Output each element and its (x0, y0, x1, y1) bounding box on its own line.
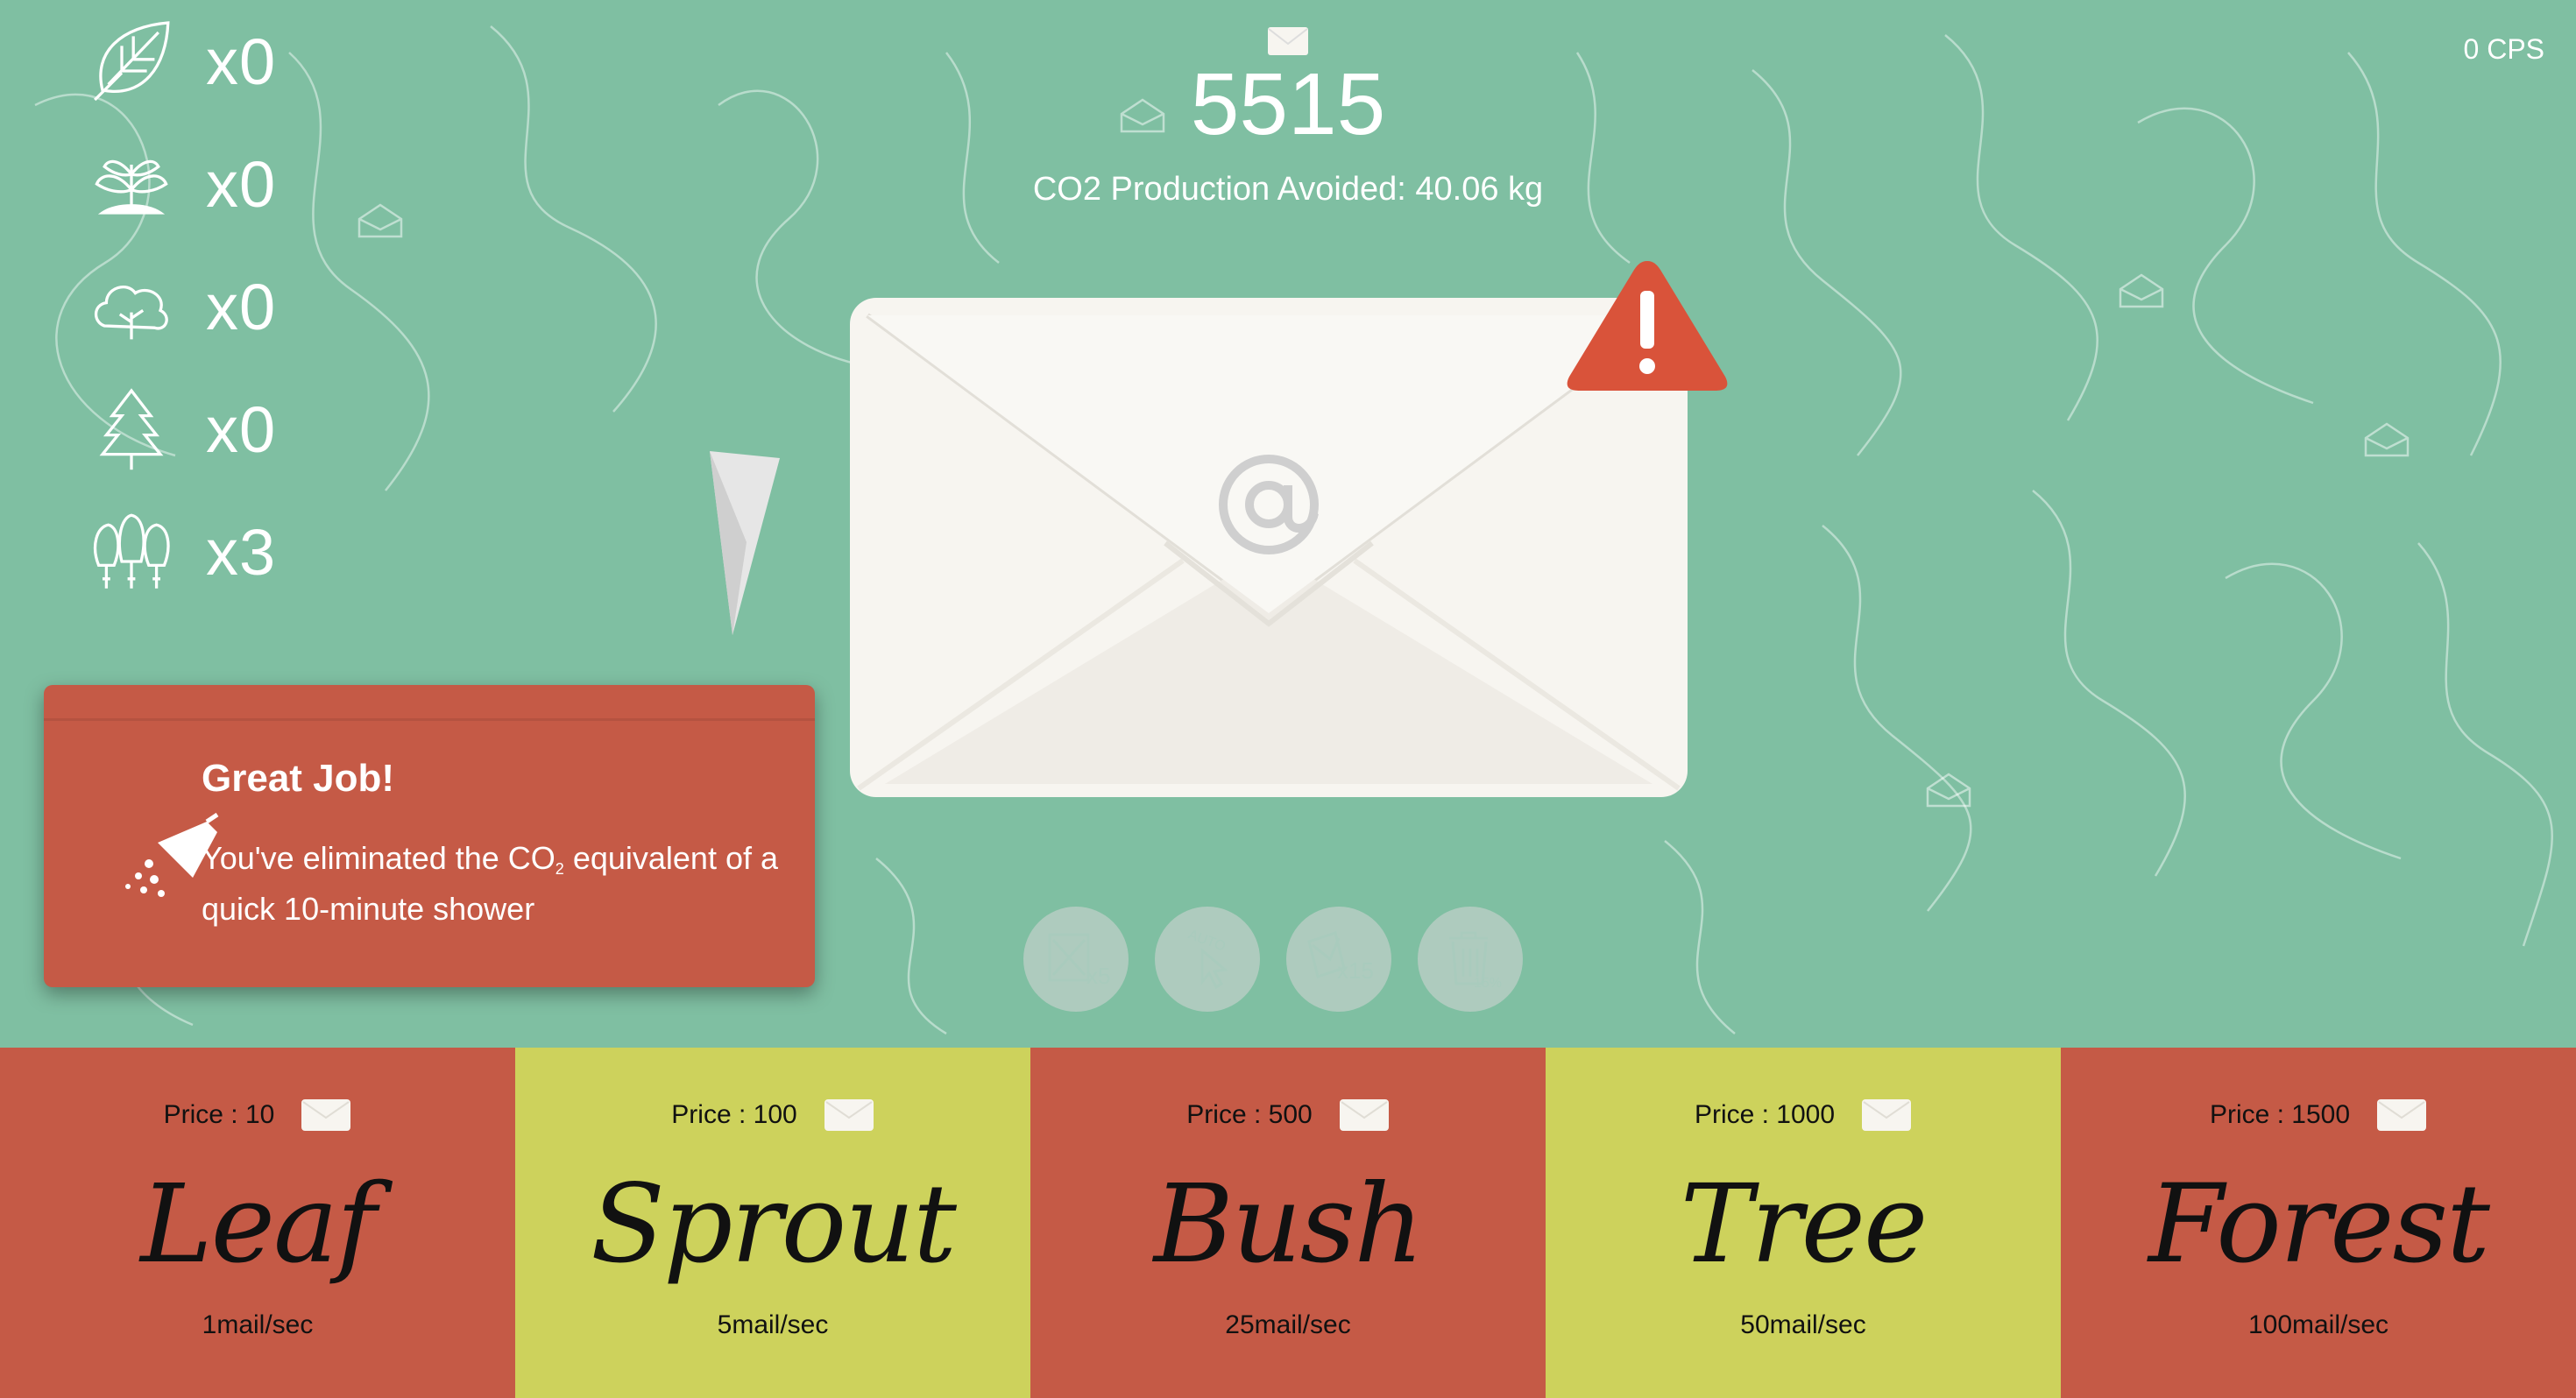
auto-click-icon: AUTO (1186, 928, 1228, 990)
price-label: Price : 1000 (1694, 1100, 1836, 1129)
toast-notification: Great Job! You've eliminated the CO2 equ… (44, 685, 815, 987)
leaf-count: x0 (206, 25, 277, 98)
mail-icon (301, 1099, 351, 1131)
price-row: Price : 500 (1030, 1098, 1546, 1132)
toast-message: You've eliminated the CO2 equivalent of … (202, 838, 797, 928)
delete-x5-icon: x5 (1048, 933, 1110, 989)
item-rate: 1mail/sec (202, 1310, 314, 1339)
inventory-bush: x0 (83, 254, 329, 359)
shop-card-sprout[interactable]: Price : 100 Sprout 5mail/sec (515, 1048, 1030, 1398)
mail-icon (1339, 1099, 1389, 1131)
shop-card-tree[interactable]: Price : 1000 Tree 50mail/sec (1546, 1048, 2061, 1398)
mail-icon (2377, 1099, 2427, 1131)
price-label: Price : 10 (163, 1100, 275, 1129)
price-row: Price : 1000 (1546, 1098, 2061, 1132)
trash-15-percent-icon: 15% (1449, 931, 1502, 991)
auto-click-label: AUTO (1186, 928, 1228, 955)
bush-icon (94, 286, 168, 340)
forest-count: x3 (206, 515, 277, 589)
envelope-button[interactable] (850, 298, 1688, 797)
item-rate: 25mail/sec (1225, 1310, 1351, 1339)
item-rate: 50mail/sec (1740, 1310, 1866, 1339)
tree-icon (99, 388, 164, 470)
item-name: Leaf (140, 1161, 377, 1288)
toast-divider (44, 718, 815, 721)
item-name: Forest (2148, 1161, 2490, 1288)
paper-plane-icon (710, 451, 780, 635)
mail-icon (1862, 1099, 1912, 1131)
price-label: Price : 500 (1186, 1100, 1313, 1129)
co2-avoided-text: CO2 Production Avoided: 40.06 kg (1032, 171, 1544, 208)
powerup-trash-15-percent-button[interactable]: 15% (1418, 907, 1523, 1012)
inventory-tree: x0 (83, 377, 329, 482)
shop-card-leaf[interactable]: Price : 10 Leaf 1mail/sec (0, 1048, 515, 1398)
mail-icon (1268, 27, 1308, 55)
item-name: Tree (1680, 1161, 1928, 1288)
toast-title: Great Job! (202, 757, 395, 800)
tree-count: x0 (206, 392, 277, 466)
toast-message-start: You've eliminated the CO (202, 840, 556, 876)
forest-icon (94, 513, 170, 589)
price-row: Price : 1500 (2061, 1098, 2576, 1132)
alert-warning-icon (1567, 261, 1728, 391)
shop-card-forest[interactable]: Price : 1500 Forest 100mail/sec (2061, 1048, 2576, 1398)
price-row: Price : 100 (515, 1098, 1030, 1132)
cps-counter: 0 CPS (2463, 33, 2544, 65)
item-name: Bush (1153, 1161, 1424, 1288)
price-row: Price : 10 (0, 1098, 515, 1132)
inventory-leaf: x0 (83, 9, 329, 114)
powerup-delete-x5-button[interactable]: x5 (1023, 907, 1129, 1012)
powerup-mail-x15-button[interactable]: x15 (1286, 907, 1391, 1012)
toast-message-subscript: 2 (555, 860, 564, 878)
price-label: Price : 1500 (2209, 1100, 2351, 1129)
mail-count: 5515 (1190, 55, 1386, 153)
trash-15-percent-label: 15% (1474, 976, 1502, 991)
shop-card-bush[interactable]: Price : 500 Bush 25mail/sec (1030, 1048, 1546, 1398)
item-rate: 100mail/sec (2247, 1310, 2389, 1339)
sprout-count: x0 (206, 147, 277, 221)
mail-x15-icon: x15 (1307, 931, 1374, 984)
item-rate: 5mail/sec (717, 1310, 829, 1339)
price-label: Price : 100 (671, 1100, 797, 1129)
mail-x15-label: x15 (1337, 957, 1374, 984)
inventory-forest: x3 (83, 499, 329, 604)
item-name: Sprout (591, 1161, 957, 1288)
inventory-sprout: x0 (83, 131, 329, 237)
shop-bar: Price : 10 Leaf 1mail/sec Price : 100 Sp… (0, 1048, 2576, 1398)
bush-count: x0 (206, 270, 277, 343)
delete-x5-label: x5 (1086, 963, 1110, 989)
powerup-bar: x5 AUTO x15 15% (1023, 907, 1523, 1012)
mail-icon (824, 1099, 874, 1131)
sprout-icon (95, 159, 168, 215)
powerup-auto-click-button[interactable]: AUTO (1155, 907, 1260, 1012)
leaf-icon (94, 21, 170, 102)
